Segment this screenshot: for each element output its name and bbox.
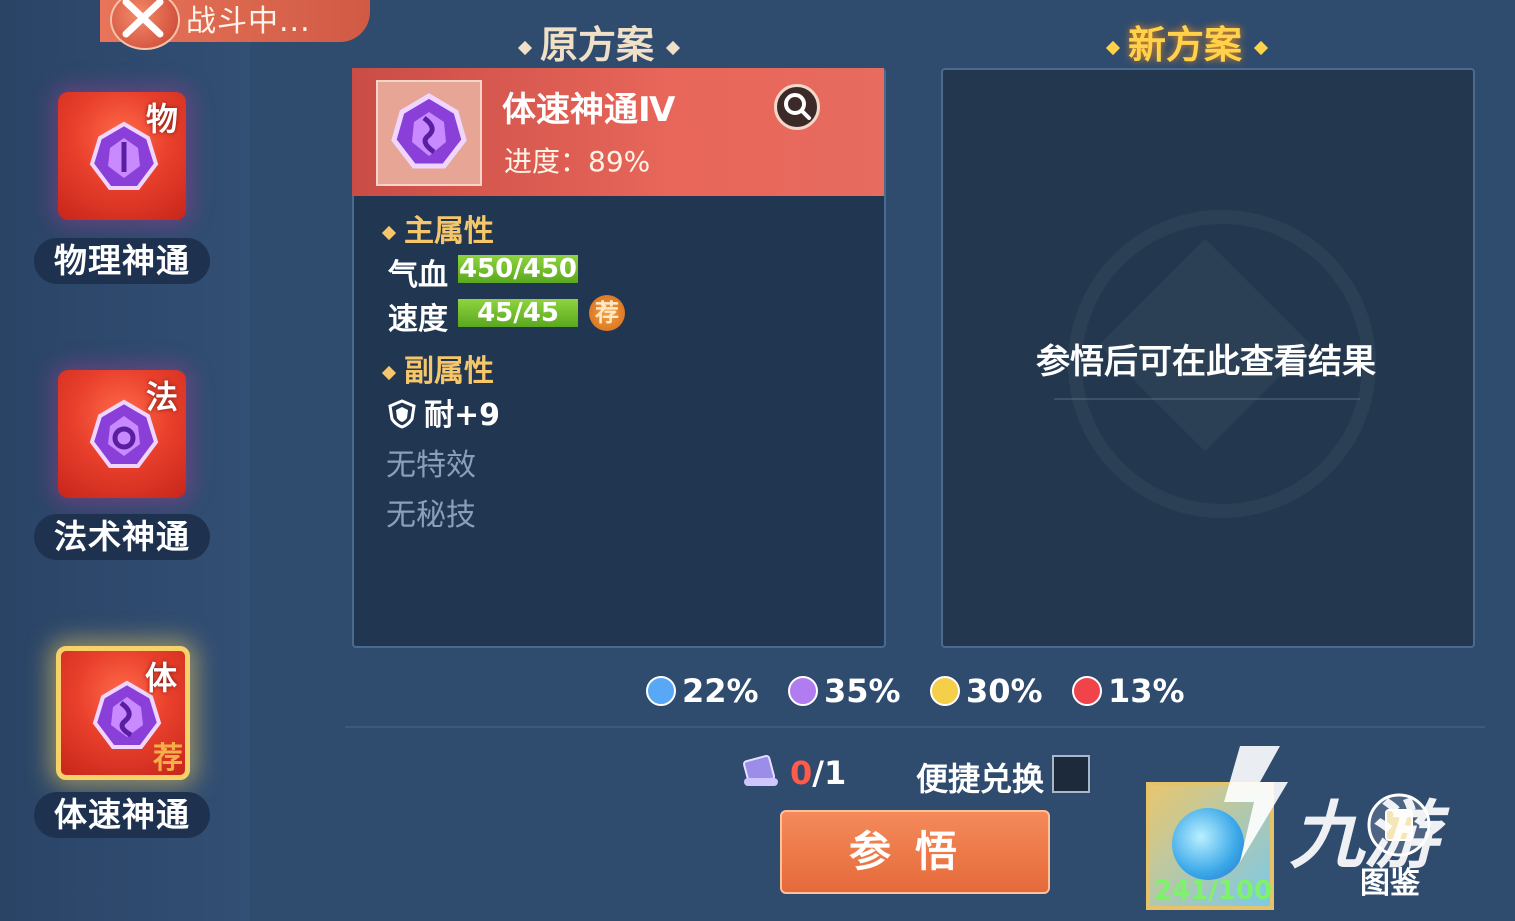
search-icon[interactable] — [774, 84, 820, 130]
resource-count: 241/100 — [1154, 876, 1273, 906]
diamond-icon — [665, 40, 681, 55]
quick-exchange-checkbox[interactable] — [1052, 755, 1090, 793]
sidebar-item-tag: 体 — [144, 659, 177, 697]
item-name: 体速神通Ⅳ — [502, 90, 676, 130]
sidebar-item-body-speed[interactable]: 体 荐 — [56, 646, 190, 780]
odds-item: 35% — [788, 672, 901, 710]
recommended-badge: 荐 — [153, 741, 183, 776]
diamond-icon — [381, 365, 397, 380]
sidebar-item-magic[interactable]: 法 — [58, 370, 186, 498]
material-count: 0/1 — [790, 754, 847, 792]
attr-label: 速度 — [388, 302, 448, 337]
new-plan-header: 新方案 — [1105, 14, 1276, 69]
sub-attr-title: 副属性 — [381, 346, 494, 390]
divider — [1054, 398, 1360, 400]
item-progress: 进度：89% — [504, 145, 651, 178]
sidebar-item-tag: 法 — [145, 378, 178, 416]
divider — [345, 726, 1485, 728]
quick-exchange-label: 便捷兑换 — [916, 760, 1045, 798]
sidebar-item-label[interactable]: 法术神通 — [34, 514, 210, 560]
main-attr-title: 主属性 — [381, 206, 494, 250]
skill-gem-icon — [391, 93, 467, 169]
item-icon[interactable] — [376, 80, 482, 186]
battle-status-text: 战斗中... — [186, 4, 311, 39]
diamond-icon — [381, 225, 397, 240]
no-skill-text: 无秘技 — [386, 498, 476, 533]
odds-item: 13% — [1072, 672, 1185, 710]
gold-dot-icon — [930, 676, 960, 706]
diamond-icon — [1253, 40, 1269, 55]
attr-hp-bar: 450/450 — [458, 254, 578, 284]
attr-label: 气血 — [388, 258, 448, 293]
crossed-swords-icon — [110, 0, 180, 50]
original-plan-header: 原方案 — [517, 14, 688, 69]
red-dot-icon — [1072, 676, 1102, 706]
shield-icon — [388, 399, 416, 429]
scroll-icon — [743, 754, 778, 786]
result-hint: 参悟后可在此查看结果 — [1036, 342, 1376, 382]
sidebar-item-label[interactable]: 体速神通 — [34, 792, 210, 838]
comprehend-button[interactable]: 参悟 — [780, 810, 1050, 894]
sub-attr: 耐+9 — [388, 390, 500, 434]
recommended-badge: 荐 — [589, 295, 625, 331]
sidebar-item-tag: 物 — [145, 100, 178, 138]
purple-dot-icon — [788, 676, 818, 706]
sidebar-item-physical[interactable]: 物 — [58, 92, 186, 220]
diamond-icon — [517, 40, 533, 55]
attr-speed-bar: 45/45 — [458, 299, 578, 327]
odds-item: 22% — [646, 672, 759, 710]
blue-dot-icon — [646, 676, 676, 706]
watermark-logo-text: 九游 — [1290, 793, 1438, 879]
diamond-icon — [1105, 40, 1121, 55]
no-effect-text: 无特效 — [386, 448, 476, 483]
odds-item: 30% — [930, 672, 1043, 710]
sidebar-item-label[interactable]: 物理神通 — [34, 238, 210, 284]
